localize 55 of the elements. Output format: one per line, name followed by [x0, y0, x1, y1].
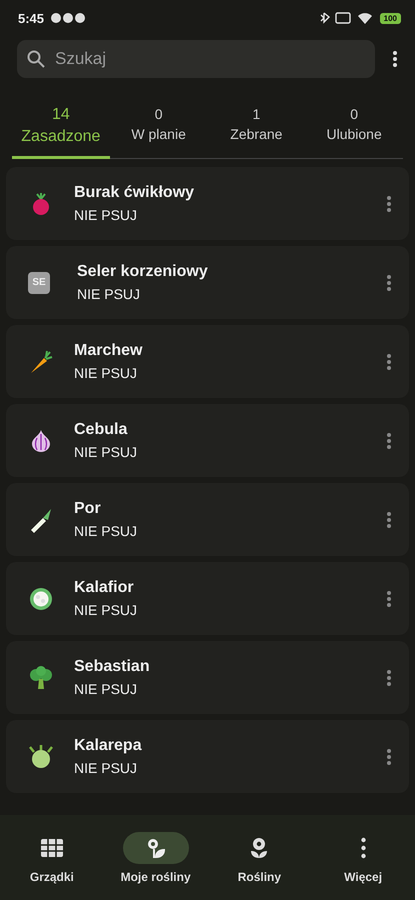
tab[interactable]: 14 Zasadzone: [12, 100, 110, 159]
more-icon: [387, 668, 391, 686]
more-icon: [387, 590, 391, 608]
plant-card[interactable]: Sebastian NIE PSUJ: [6, 641, 409, 714]
more-icon: [387, 510, 391, 528]
more-icon: [387, 432, 391, 450]
plant-status: NIE PSUJ: [74, 523, 138, 539]
plant-name: Kalafior: [74, 579, 135, 597]
search-bar[interactable]: Szukaj: [17, 40, 375, 78]
plant-name: Marchew: [74, 342, 144, 360]
plant-card[interactable]: Marchew NIE PSUJ: [6, 325, 409, 398]
status-icons: [320, 12, 374, 24]
nav-item[interactable]: Grządki: [0, 830, 104, 884]
plant-card[interactable]: SE Seler korzeniowy NIE PSUJ: [6, 246, 409, 319]
more-icon: [387, 194, 391, 212]
plant-status: NIE PSUJ: [74, 444, 138, 460]
nav-item[interactable]: Rośliny: [208, 830, 312, 884]
carrot-icon: [28, 348, 54, 374]
plant-status: NIE PSUJ: [74, 760, 138, 776]
plant-status: NIE PSUJ: [74, 602, 138, 618]
plant-status: NIE PSUJ: [74, 365, 138, 381]
notification-icon: [50, 12, 86, 24]
tab[interactable]: 1 Zebrane: [208, 100, 306, 159]
plant-name: Burak ćwikłowy: [74, 184, 196, 202]
nav-item[interactable]: Moje rośliny: [104, 830, 208, 884]
more-icon: [387, 274, 391, 292]
more-icon: [360, 836, 366, 858]
tab[interactable]: 0 Ulubione: [305, 100, 403, 159]
plant-name: Seler korzeniowy: [77, 263, 209, 281]
battery-level: 100: [380, 12, 401, 24]
kohlrabi-icon: [28, 744, 54, 770]
plant-card[interactable]: Burak ćwikłowy NIE PSUJ: [6, 167, 409, 240]
plant-name: Kalarepa: [74, 737, 143, 755]
cauliflower-icon: [28, 586, 54, 612]
plant-name: Cebula: [74, 421, 128, 439]
plant-status: NIE PSUJ: [74, 681, 138, 697]
clock: 5:45: [18, 10, 44, 26]
plant-card[interactable]: Cebula NIE PSUJ: [6, 404, 409, 477]
broccoli-icon: [28, 664, 54, 690]
more-icon: [387, 352, 391, 370]
plant-initials: SE: [28, 272, 50, 294]
nav-item[interactable]: Więcej: [311, 830, 415, 884]
tab[interactable]: 0 W planie: [110, 100, 208, 159]
plant-name: Sebastian: [74, 658, 151, 676]
search-field[interactable]: Szukaj: [53, 48, 365, 70]
plant-card[interactable]: Por NIE PSUJ: [6, 483, 409, 556]
plant-name: Por: [74, 500, 102, 518]
plant-status: NIE PSUJ: [74, 207, 138, 223]
more-icon: [387, 748, 391, 766]
search-icon: [27, 50, 45, 68]
plant-card[interactable]: Kalafior NIE PSUJ: [6, 562, 409, 635]
plant-status: NIE PSUJ: [77, 286, 142, 302]
plant-card[interactable]: Kalarepa NIE PSUJ: [6, 720, 409, 793]
more-icon: [393, 50, 397, 68]
table-icon: [40, 836, 64, 858]
